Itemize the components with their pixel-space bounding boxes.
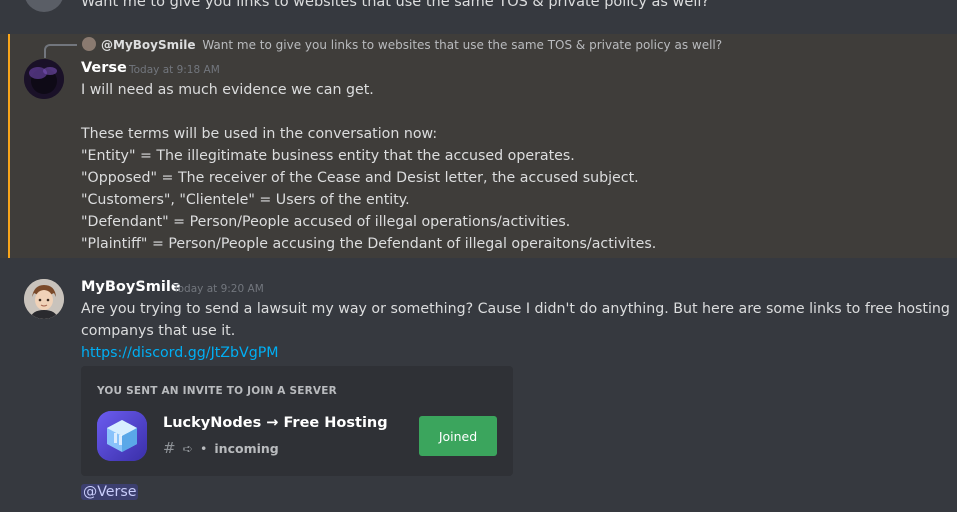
reply-text: Want me to give you links to websites th… bbox=[202, 38, 723, 52]
separator: • bbox=[200, 441, 208, 456]
server-name[interactable]: LuckyNodes → Free Hosting bbox=[163, 415, 388, 431]
joined-button[interactable]: Joined bbox=[419, 416, 497, 456]
avatar[interactable] bbox=[24, 0, 64, 12]
reply-connector bbox=[44, 44, 77, 58]
verse-avatar-image bbox=[24, 59, 64, 99]
mention-highlight-bar bbox=[8, 34, 10, 258]
message-line: I will need as much evidence we can get. bbox=[81, 82, 374, 98]
channel-name: incoming bbox=[214, 441, 279, 456]
avatar-myboysmile[interactable] bbox=[24, 279, 64, 319]
invite-header: YOU SENT AN INVITE TO JOIN A SERVER bbox=[97, 385, 337, 397]
message-line: "Defendant" = Person/People accused of i… bbox=[81, 214, 571, 230]
reply-avatar[interactable] bbox=[82, 37, 96, 51]
timestamp[interactable]: Today at 9:20 AM bbox=[173, 283, 264, 295]
username-verse[interactable]: Verse bbox=[81, 60, 127, 76]
invite-link[interactable]: https://discord.gg/JtZbVgPM bbox=[81, 345, 279, 361]
hash-icon: # bbox=[163, 439, 176, 457]
avatar-verse[interactable] bbox=[24, 59, 64, 99]
message-line: These terms will be used in the conversa… bbox=[81, 126, 438, 142]
message-line: "Opposed" = The receiver of the Cease an… bbox=[81, 170, 639, 186]
message-text: Want me to give you links to websites th… bbox=[81, 0, 710, 10]
message-line: Are you trying to send a lawsuit my way … bbox=[81, 301, 950, 317]
user-mention[interactable]: @Verse bbox=[81, 484, 139, 500]
timestamp[interactable]: Today at 9:18 AM bbox=[129, 64, 220, 76]
username-myboysmile[interactable]: MyBoySmile bbox=[81, 279, 181, 295]
arrow-icon: ➪ bbox=[182, 441, 194, 456]
message-line: companys that use it. bbox=[81, 323, 236, 339]
server-icon[interactable] bbox=[97, 411, 147, 461]
reply-author[interactable]: @MyBoySmile bbox=[101, 38, 196, 52]
message-line: "Customers", "Clientele" = Users of the … bbox=[81, 192, 410, 208]
message-line: "Plaintiff" = Person/People accusing the… bbox=[81, 236, 657, 252]
reply-preview[interactable]: @MyBoySmile Want me to give you links to… bbox=[101, 38, 722, 52]
server-icon-image bbox=[97, 411, 147, 461]
message-line: "Entity" = The illegitimate business ent… bbox=[81, 148, 575, 164]
invite-channel-info: # ➪ • incoming bbox=[163, 439, 279, 457]
myboysmile-avatar-image bbox=[24, 279, 64, 319]
